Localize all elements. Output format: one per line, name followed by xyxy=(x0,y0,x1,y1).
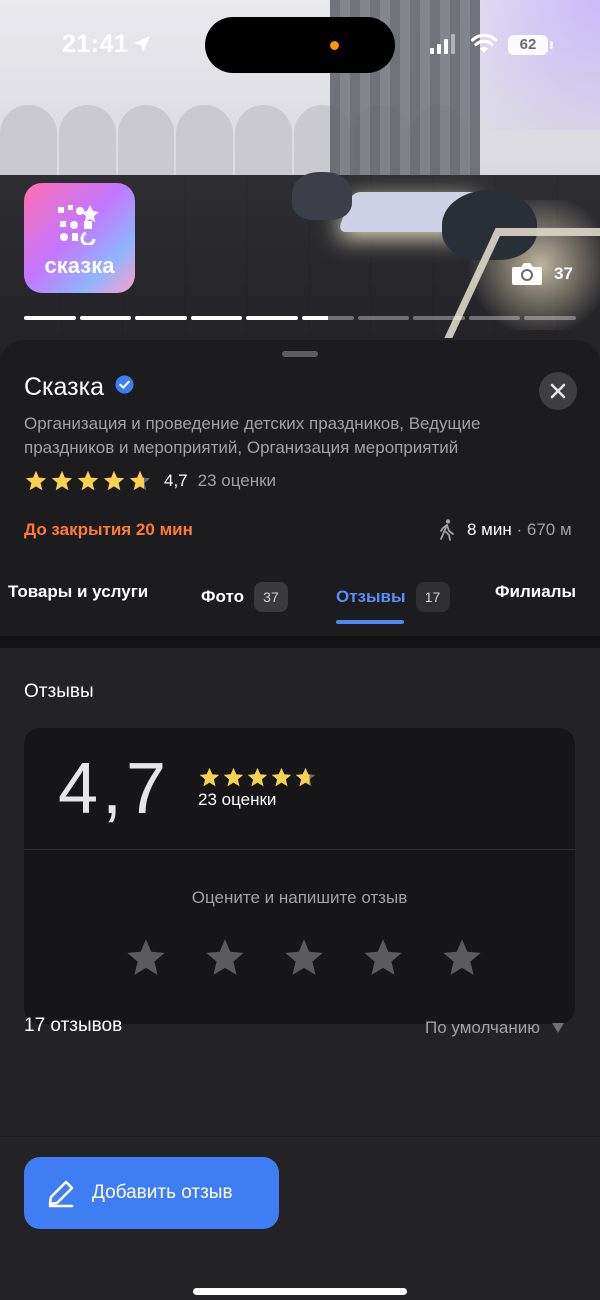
rate-star-5-icon[interactable] xyxy=(440,936,484,980)
star-icon xyxy=(129,470,151,491)
reviews-total: 17 отзывов xyxy=(24,1015,123,1036)
chevron-down-icon xyxy=(551,1023,564,1033)
walking-icon xyxy=(440,519,454,541)
sort-label: По умолчанию xyxy=(425,1018,540,1037)
tab-badge: 37 xyxy=(253,582,288,612)
active-tab-indicator xyxy=(336,620,404,624)
org-name: Сказка xyxy=(24,373,105,401)
rating-stars xyxy=(24,469,152,493)
reviews-heading: Отзывы xyxy=(24,681,94,702)
rate-stars xyxy=(124,936,484,980)
tab-reviews[interactable]: Отзывы 17 xyxy=(336,582,450,612)
rating-card: 4,7 23 оценки Оцените и напишите отзыв xyxy=(24,728,575,1024)
org-logo: сказка xyxy=(24,183,135,293)
star-icon xyxy=(223,767,244,787)
verified-badge-icon xyxy=(115,375,134,394)
star-icon xyxy=(199,767,220,787)
gallery-progress-segment xyxy=(24,316,76,320)
star-icon xyxy=(295,767,316,787)
home-indicator[interactable] xyxy=(193,1288,407,1295)
rating-summary[interactable]: 4,7 23 оценки xyxy=(24,469,276,493)
star-icon xyxy=(77,470,99,491)
close-button[interactable] xyxy=(539,372,577,410)
gallery-progress-segment xyxy=(357,316,410,320)
dynamic-island xyxy=(205,17,395,73)
pencil-icon xyxy=(48,1180,74,1208)
section-separator xyxy=(0,636,600,648)
wifi-icon xyxy=(471,33,497,53)
tab-bar: Товары и услуги Фото 37 Отзывы 17 Филиал… xyxy=(0,570,600,630)
status-bar: 21:41 62 xyxy=(0,0,600,90)
divider xyxy=(0,1136,600,1137)
add-review-button[interactable]: Добавить отзыв xyxy=(24,1157,279,1229)
sheet-grabber[interactable] xyxy=(282,351,318,357)
reviews-section: Отзывы 4,7 23 оценки Оцените и напишите … xyxy=(0,648,600,1300)
rating-value: 4,7 xyxy=(164,471,188,490)
gallery-progress-segment xyxy=(79,316,132,320)
tab-goods-services[interactable]: Товары и услуги xyxy=(8,582,148,602)
logo-text: сказка xyxy=(44,253,115,278)
logo-mark-icon xyxy=(58,205,99,245)
star-icon xyxy=(103,470,125,491)
gallery-progress-segment xyxy=(246,316,298,320)
gallery-progress-segment xyxy=(190,316,243,320)
cellular-signal-icon xyxy=(430,34,455,54)
tab-branches[interactable]: Филиалы xyxy=(495,582,576,602)
status-time: 21:41 xyxy=(62,30,129,58)
battery-indicator: 62 xyxy=(508,35,553,55)
recording-dot xyxy=(330,41,339,50)
big-rating: 4,7 xyxy=(58,749,171,829)
tab-label: Филиалы xyxy=(495,582,576,601)
divider xyxy=(24,849,575,850)
tab-photos[interactable]: Фото 37 xyxy=(201,582,288,612)
rate-star-3-icon[interactable] xyxy=(282,936,326,980)
star-icon xyxy=(247,767,268,787)
gallery-progress xyxy=(24,316,576,320)
gallery-progress-segment xyxy=(524,316,576,320)
rate-prompt: Оцените и напишите отзыв xyxy=(191,888,408,907)
sort-dropdown[interactable]: По умолчанию xyxy=(425,1018,564,1038)
rate-star-1-icon[interactable] xyxy=(124,936,168,980)
star-icon xyxy=(271,767,292,787)
photo-beanbag xyxy=(292,172,352,220)
close-icon xyxy=(550,383,566,399)
rating-count: 23 оценки xyxy=(198,790,277,809)
org-card: Сказка Организация и проведение детских … xyxy=(0,340,600,1300)
closing-status: До закрытия 20 мин xyxy=(24,520,193,539)
gallery-progress-segment xyxy=(468,316,521,320)
walk-time: 8 мин xyxy=(467,520,512,539)
gallery-progress-segment xyxy=(135,316,187,320)
distance-value: · 670 м xyxy=(516,520,572,539)
add-review-label: Добавить отзыв xyxy=(92,1182,233,1203)
route-distance[interactable]: 8 мин · 670 м xyxy=(467,520,572,540)
tab-badge: 17 xyxy=(415,582,450,612)
gallery-progress-segment xyxy=(301,316,354,320)
tab-label: Фото xyxy=(201,587,244,606)
star-icon xyxy=(51,470,73,491)
camera-icon[interactable] xyxy=(511,262,543,286)
org-categories: Организация и проведение детских праздни… xyxy=(24,414,481,457)
star-icon xyxy=(25,470,47,491)
location-arrow-icon xyxy=(134,36,150,52)
rate-star-4-icon[interactable] xyxy=(361,936,405,980)
photo-count[interactable]: 37 xyxy=(554,264,573,284)
tab-label: Товары и услуги xyxy=(8,582,149,601)
rating-count: 23 оценки xyxy=(197,471,277,490)
gallery-progress-segment xyxy=(413,316,465,320)
rate-star-2-icon[interactable] xyxy=(203,936,247,980)
rating-stars xyxy=(198,766,317,789)
tab-label: Отзывы xyxy=(336,587,406,606)
